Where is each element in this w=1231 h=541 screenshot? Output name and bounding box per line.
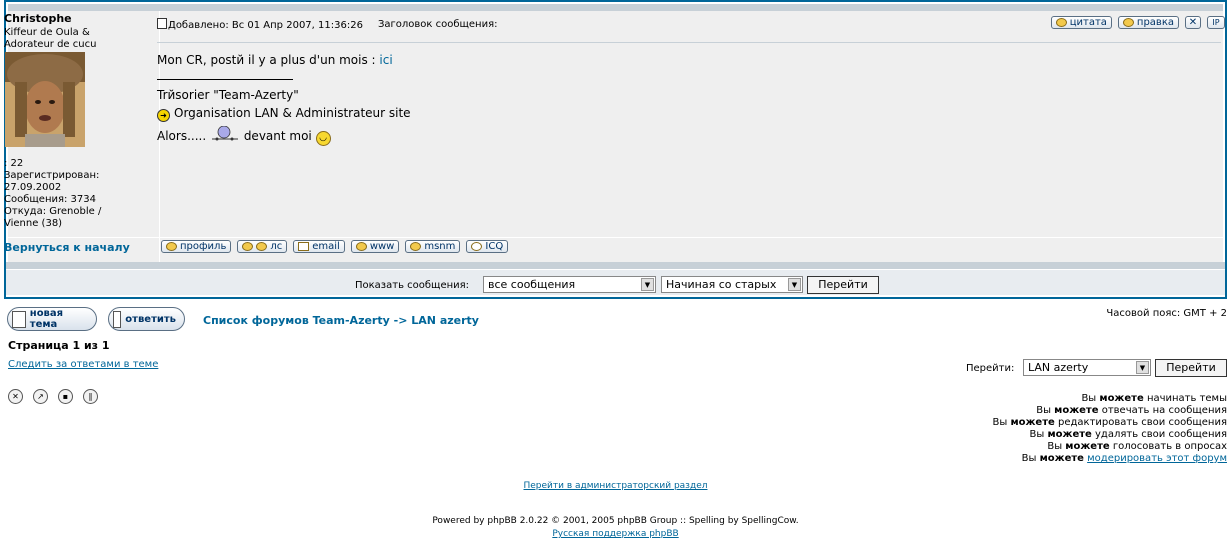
chevron-down-icon: ▼: [788, 278, 801, 291]
delete-icon: ✕: [1188, 17, 1198, 28]
split-topic-icon[interactable]: ∥: [83, 389, 98, 404]
breadcrumb: Список форумов Team-Azerty -> LAN azerty: [203, 314, 479, 327]
chevron-down-icon: ▼: [641, 278, 654, 291]
powered-by: Powered by phpBB 2.0.22 © 2001, 2005 php…: [432, 516, 799, 526]
watch-topic-link[interactable]: Следить за ответами в теме: [8, 359, 158, 370]
delete-topic-icon[interactable]: ✕: [8, 389, 23, 404]
ip-icon: IP: [1212, 18, 1220, 27]
edit-icon: [1122, 18, 1134, 27]
home-icon: [355, 242, 367, 251]
edit-button[interactable]: правка: [1117, 16, 1179, 29]
www-button[interactable]: www: [350, 240, 400, 253]
post-table: [4, 0, 1227, 299]
permission-line: Вы можете модерировать этот форум: [1021, 453, 1227, 464]
permission-line: Вы можете начинать темы: [1081, 393, 1227, 404]
icq-button[interactable]: ICQ: [466, 240, 509, 253]
table-header-bar: [8, 4, 1223, 11]
profile-buttons: профиль лс email www msnm ICQ: [161, 240, 509, 253]
email-icon: [298, 242, 310, 251]
smiley-icon: ◡: [315, 131, 331, 146]
jump-go-button[interactable]: Перейти: [1155, 359, 1227, 377]
display-label: Показать сообщения:: [355, 280, 470, 291]
permission-line: Вы можете отвечать на сообщения: [1036, 405, 1227, 416]
moderate-forum-link[interactable]: модерировать этот форум: [1087, 453, 1227, 464]
permissions-list: Вы можете начинать темы Вы можете отвеча…: [992, 393, 1227, 465]
icq-flower-icon: [471, 242, 483, 251]
post-order-select[interactable]: Начиная со старых ▼: [661, 276, 803, 293]
timezone: Часовой пояс: GMT + 2: [1106, 308, 1227, 319]
quote-button[interactable]: цитата: [1050, 16, 1112, 29]
signature-line-3: Alors..... devant moi ◡: [157, 125, 411, 146]
post-body: Mon CR, postй il y a plus d'un mois : ic…: [157, 51, 411, 146]
signature-line-1: Trйsorier "Team-Azerty": [157, 88, 299, 102]
msn-icon: [410, 242, 422, 251]
post-doc-icon: [157, 18, 167, 29]
profile-icon: [166, 242, 177, 251]
post-subject-label: Заголовок сообщения:: [377, 19, 498, 30]
category-bar: [6, 262, 1225, 269]
pm-icon-2: [256, 242, 268, 251]
signature-line-2: ➜ Organisation LAN & Administrateur site: [157, 104, 411, 122]
permission-line: Вы можете удалять свои сообщения: [1029, 429, 1227, 440]
smiley-running-icon: [211, 125, 238, 141]
new-topic-button[interactable]: новая тема: [7, 307, 97, 331]
msnm-button[interactable]: msnm: [405, 240, 461, 253]
poster-details: : 22 Зарегистрирован: 27.09.2002 Сообщен…: [4, 158, 102, 229]
email-button[interactable]: email: [293, 240, 345, 253]
admin-panel-link[interactable]: Перейти в администраторский раздел: [524, 481, 708, 491]
permission-line: Вы можете редактировать свои сообщения: [992, 417, 1227, 428]
pm-icon: [242, 242, 254, 251]
post-action-buttons: цитата правка ✕ IP: [1050, 16, 1225, 29]
post-filter-select[interactable]: все сообщения ▼: [483, 276, 656, 293]
russian-support-link[interactable]: Русская поддержка phpBB: [552, 529, 678, 539]
delete-button[interactable]: ✕: [1185, 16, 1201, 29]
profile-button[interactable]: профиль: [161, 240, 232, 253]
signature-separator: [157, 79, 293, 80]
new-topic-icon: [12, 310, 26, 328]
ru-support-row: Русская поддержка phpBB: [0, 529, 1231, 539]
chevron-down-icon: ▼: [1136, 361, 1149, 374]
post-link[interactable]: ici: [379, 53, 392, 67]
post-text: Mon CR, postй il y a plus d'un mois : ic…: [157, 53, 393, 67]
breadcrumb-forum[interactable]: LAN azerty: [411, 314, 479, 327]
ip-button[interactable]: IP: [1207, 16, 1225, 29]
back-to-top-link[interactable]: Вернуться к началу: [4, 241, 130, 254]
pm-button[interactable]: лс: [237, 240, 288, 253]
admin-link-row: Перейти в администраторский раздел: [0, 481, 1231, 491]
reply-button[interactable]: ответить: [108, 307, 185, 331]
posted-date: Добавлено: Вс 01 Апр 2007, 11:36:26: [157, 18, 363, 31]
quote-icon: [1055, 18, 1067, 27]
move-topic-icon[interactable]: ↗: [33, 389, 48, 404]
page-info: Страница 1 из 1: [8, 339, 110, 352]
post-divider: [157, 42, 1221, 43]
breadcrumb-forum-index[interactable]: Список форумов Team-Azerty: [203, 314, 390, 327]
display-go-button[interactable]: Перейти: [807, 276, 879, 294]
reply-icon: [113, 310, 122, 328]
poster-name: Christophe: [4, 12, 72, 25]
lock-topic-icon[interactable]: ▪: [58, 389, 73, 404]
avatar: [5, 52, 85, 147]
permission-line: Вы можете голосовать в опросах: [1047, 441, 1227, 452]
jump-select[interactable]: LAN azerty ▼: [1023, 359, 1151, 376]
post-header: Добавлено: Вс 01 Апр 2007, 11:36:26 Заго…: [157, 18, 497, 31]
arrow-right-icon: ➜: [157, 109, 170, 122]
jump-label: Перейти:: [966, 363, 1015, 374]
poster-rank: Kiffeur de Oula & Adorateur de cucu: [4, 27, 97, 50]
